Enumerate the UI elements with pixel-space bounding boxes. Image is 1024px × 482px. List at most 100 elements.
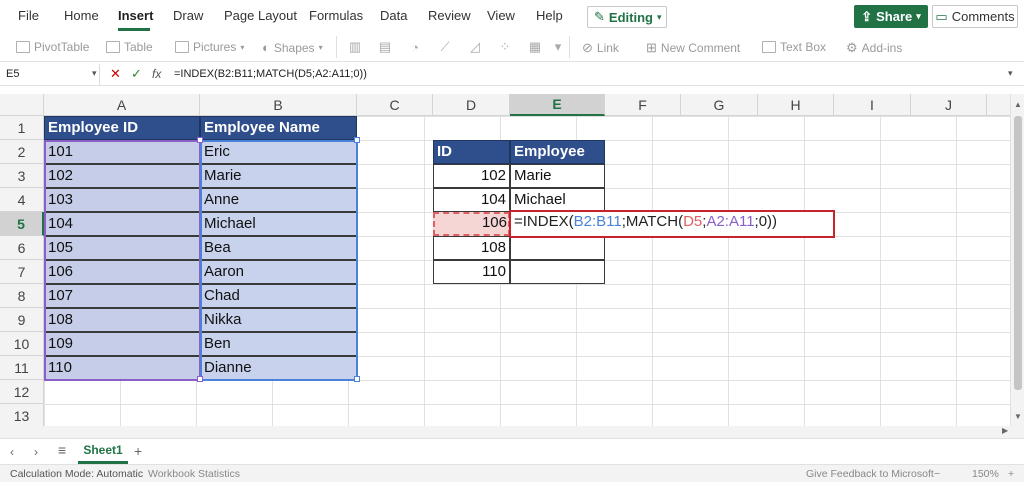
comments-button[interactable]: ▭ Comments: [932, 5, 1018, 28]
next-sheet-icon[interactable]: ›: [34, 445, 38, 459]
scroll-thumb[interactable]: [1014, 116, 1022, 390]
scatter-chart-icon[interactable]: ⁘: [491, 36, 519, 58]
column-header-k[interactable]: [987, 94, 1010, 116]
row-header-4[interactable]: 4: [0, 188, 44, 212]
table-cell-name[interactable]: Marie: [200, 164, 357, 188]
table-cell-id[interactable]: 101: [44, 140, 200, 164]
editing-mode-button[interactable]: ✎ Editing ▾: [587, 6, 667, 28]
column-header-c[interactable]: C: [357, 94, 433, 116]
column-header-j[interactable]: J: [911, 94, 987, 116]
addins-button[interactable]: ⚙ Add-ins: [846, 40, 902, 56]
menu-help[interactable]: Help: [536, 8, 563, 23]
column-header-i[interactable]: I: [834, 94, 911, 116]
table-cell-id[interactable]: 107: [44, 284, 200, 308]
range-handle[interactable]: [354, 137, 360, 143]
table-cell-id[interactable]: 103: [44, 188, 200, 212]
shapes-button[interactable]: ◐ Shapes ▾: [262, 40, 323, 55]
menu-file[interactable]: File: [18, 8, 39, 23]
table-cell-name[interactable]: Aaron: [200, 260, 357, 284]
table-cell-id[interactable]: 110: [44, 356, 200, 380]
column-header-f[interactable]: F: [605, 94, 681, 116]
table-cell-id[interactable]: 105: [44, 236, 200, 260]
header-id[interactable]: ID: [433, 140, 510, 164]
header-employee-id[interactable]: Employee ID: [44, 116, 200, 140]
calculation-mode[interactable]: Calculation Mode: Automatic: [10, 468, 143, 480]
area-chart-icon[interactable]: ◿: [461, 36, 489, 58]
scroll-right-icon[interactable]: ▶: [1002, 426, 1008, 435]
add-sheet-icon[interactable]: +: [134, 443, 142, 459]
row-header-13[interactable]: 13: [0, 404, 44, 426]
row-header-7[interactable]: 7: [0, 260, 44, 284]
lookup-id-cell[interactable]: 104: [433, 188, 510, 212]
row-header-6[interactable]: 6: [0, 236, 44, 260]
lookup-result-cell[interactable]: Michael: [510, 188, 605, 212]
column-header-a[interactable]: A: [44, 94, 200, 116]
row-header-9[interactable]: 9: [0, 308, 44, 332]
menu-page-layout[interactable]: Page Layout: [224, 8, 297, 23]
row-header-8[interactable]: 8: [0, 284, 44, 308]
table-cell-id[interactable]: 108: [44, 308, 200, 332]
horizontal-scrollbar[interactable]: ▶: [0, 426, 1024, 438]
menu-draw[interactable]: Draw: [173, 8, 203, 23]
table-cell-name[interactable]: Anne: [200, 188, 357, 212]
menu-view[interactable]: View: [487, 8, 515, 23]
row-header-11[interactable]: 11: [0, 356, 44, 380]
formula-input[interactable]: =INDEX(B2:B11;MATCH(D5;A2:A11;0)): [174, 68, 367, 80]
name-box[interactable]: E5: [0, 64, 100, 85]
header-employee-name[interactable]: Employee Name: [200, 116, 357, 140]
vertical-scrollbar[interactable]: ▲ ▼: [1010, 94, 1024, 426]
column-header-g[interactable]: G: [681, 94, 758, 116]
more-charts-icon[interactable]: ▦: [521, 36, 549, 58]
table-cell-name[interactable]: Eric: [200, 140, 357, 164]
row-header-5[interactable]: 5: [0, 212, 44, 236]
menu-formulas[interactable]: Formulas: [309, 8, 363, 23]
scroll-down-icon[interactable]: ▼: [1014, 412, 1022, 421]
range-handle[interactable]: [197, 137, 203, 143]
zoom-level[interactable]: 150%: [972, 468, 999, 480]
row-header-1[interactable]: 1: [0, 116, 44, 140]
table-cell-id[interactable]: 109: [44, 332, 200, 356]
table-cell-name[interactable]: Ben: [200, 332, 357, 356]
scroll-up-icon[interactable]: ▲: [1014, 100, 1022, 109]
sheet-tab[interactable]: Sheet1: [78, 439, 128, 464]
row-header-3[interactable]: 3: [0, 164, 44, 188]
table-cell-id[interactable]: 104: [44, 212, 200, 236]
lookup-result-cell[interactable]: [510, 236, 605, 260]
pictures-button[interactable]: Pictures ▾: [175, 40, 244, 54]
lookup-id-cell[interactable]: 102: [433, 164, 510, 188]
cancel-icon[interactable]: ✕: [110, 66, 121, 82]
column-header-b[interactable]: B: [200, 94, 357, 116]
new-comment-button[interactable]: ⊞ New Comment: [646, 40, 740, 56]
chevron-down-icon[interactable]: ▾: [92, 68, 97, 79]
workbook-statistics[interactable]: Workbook Statistics: [148, 468, 240, 480]
header-employee[interactable]: Employee: [510, 140, 605, 164]
zoom-out-icon[interactable]: −: [934, 468, 940, 480]
prev-sheet-icon[interactable]: ‹: [10, 445, 14, 459]
range-handle[interactable]: [354, 376, 360, 382]
row-header-2[interactable]: 2: [0, 140, 44, 164]
share-button[interactable]: ⇪ Share ▾: [854, 5, 928, 28]
table-cell-id[interactable]: 102: [44, 164, 200, 188]
line-chart-icon[interactable]: ⟋: [431, 36, 459, 58]
table-cell-name[interactable]: Nikka: [200, 308, 357, 332]
lookup-result-cell[interactable]: Marie: [510, 164, 605, 188]
text-box-button[interactable]: Text Box: [762, 40, 826, 54]
menu-home[interactable]: Home: [64, 8, 99, 23]
lookup-result-cell[interactable]: [510, 260, 605, 284]
menu-data[interactable]: Data: [380, 8, 407, 23]
lookup-id-cell[interactable]: 108: [433, 236, 510, 260]
feedback-link[interactable]: Give Feedback to Microsoft: [806, 468, 934, 480]
range-handle[interactable]: [197, 376, 203, 382]
active-cell-e5[interactable]: =INDEX(B2:B11;MATCH(D5;A2:A11;0)): [509, 210, 835, 238]
row-header-10[interactable]: 10: [0, 332, 44, 356]
table-button[interactable]: Table: [106, 40, 153, 54]
link-button[interactable]: ⊘ Link: [582, 40, 619, 56]
column-chart-icon[interactable]: ▥: [341, 36, 369, 58]
table-cell-name[interactable]: Bea: [200, 236, 357, 260]
pivottable-button[interactable]: PivotTable: [16, 40, 89, 54]
row-header-12[interactable]: 12: [0, 380, 44, 404]
column-header-e[interactable]: E: [510, 94, 605, 116]
all-sheets-icon[interactable]: ≡: [58, 442, 66, 458]
function-icon[interactable]: fx: [152, 67, 161, 81]
chevron-down-icon[interactable]: ▾: [551, 36, 565, 58]
